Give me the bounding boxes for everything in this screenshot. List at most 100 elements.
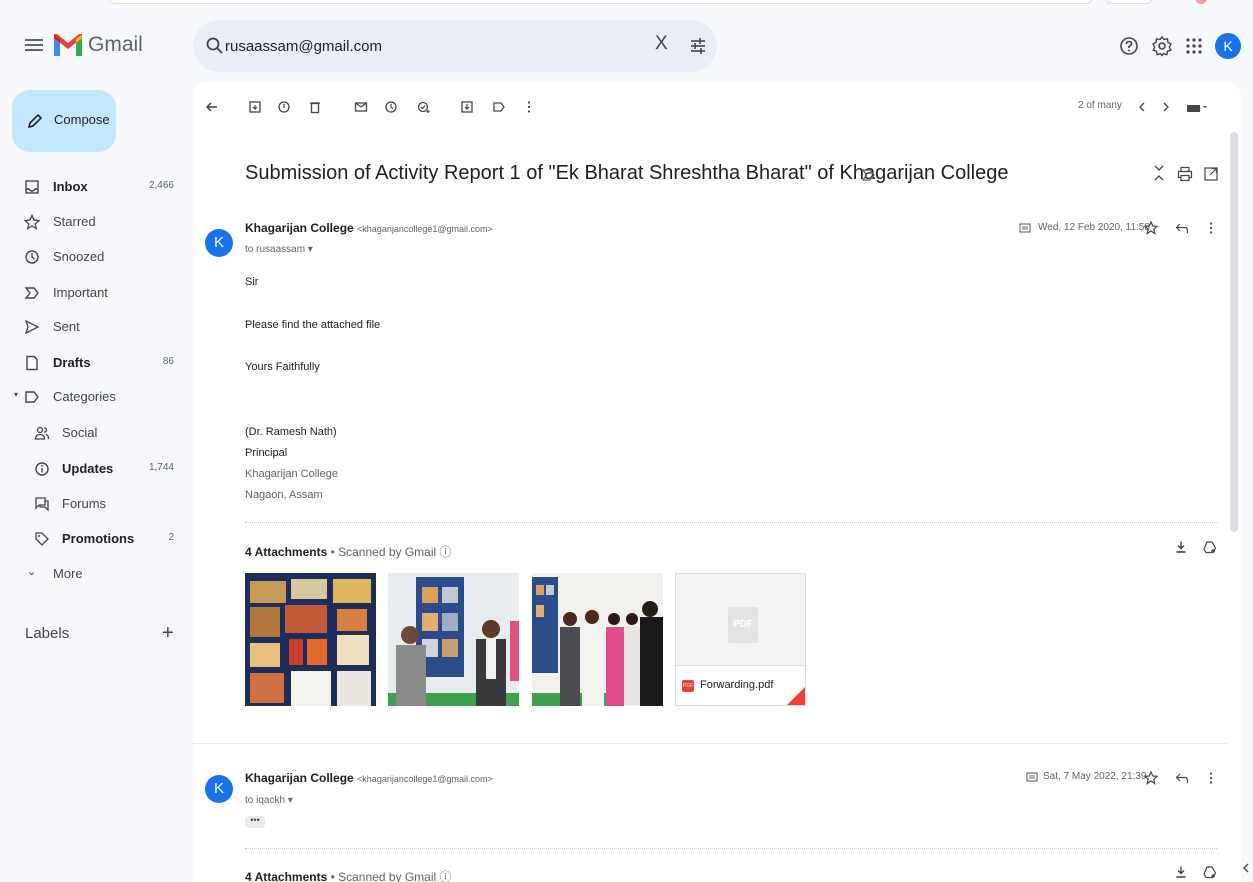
attachments-divider [245,848,1217,849]
back-arrow-icon[interactable] [205,100,219,114]
sidebar-item-snoozed[interactable]: Snoozed [0,241,186,273]
sidebar-item-starred[interactable]: Starred [0,206,186,238]
settings-gear-icon[interactable] [1151,35,1173,57]
scrollbar[interactable] [1230,132,1238,532]
signature-title: Principal [245,447,288,459]
draft-file-icon [26,355,38,371]
delete-icon[interactable] [308,100,322,114]
body-text: Please find the attached file [245,319,381,331]
sidebar-item-promotions[interactable]: Promotions 2 [0,523,186,555]
search-bar[interactable]: X [193,20,717,72]
browser-profile-dot[interactable] [1195,0,1207,4]
more-vert-icon[interactable] [522,100,536,114]
star-toggle-icon[interactable] [1144,221,1158,235]
sidebar-item-count: 2 [168,532,174,543]
clear-search-button[interactable]: X [655,33,668,55]
show-trimmed-content-button[interactable]: ••• [245,816,265,828]
sender-avatar[interactable]: K [205,229,233,257]
mark-unread-icon[interactable] [354,100,368,114]
label-icon [25,391,39,403]
reply-icon[interactable] [1175,221,1189,235]
message-more-vert-icon[interactable] [1204,771,1218,785]
print-icon[interactable] [1177,166,1193,182]
older-chevron-icon[interactable] [1159,100,1173,114]
help-icon[interactable] [1118,35,1140,57]
recipient-line[interactable]: to iqackh ▾ [245,795,293,806]
message-more-vert-icon[interactable] [1204,221,1218,235]
pdf-card-footer: PDF Forwarding.pdf [676,665,805,705]
sidebar-item-label: Social [62,425,98,440]
sidebar-item-drafts[interactable]: Drafts 86 [0,347,186,379]
attachment-indicator-icon [1019,223,1031,233]
people-icon [34,426,50,440]
sidebar-item-forums[interactable]: Forums [0,488,186,520]
important-marker-icon[interactable] [861,168,877,182]
account-avatar[interactable]: K [1215,33,1241,59]
download-all-icon[interactable] [1174,540,1188,554]
attachment-thumbnail-2[interactable] [388,573,519,706]
side-panel-toggle-icon[interactable] [1241,862,1251,874]
download-all-icon[interactable] [1174,865,1188,879]
sidebar-item-updates[interactable]: Updates 1,744 [0,453,186,485]
sidebar-item-social[interactable]: Social [0,417,186,449]
message-separator [193,743,1229,744]
scanned-note: • Scanned by Gmail ⓘ [327,870,452,882]
sidebar-item-inbox[interactable]: Inbox 2,466 [0,171,186,203]
expand-caret-icon[interactable]: ▾ [14,390,18,399]
sender-email: <khagarijancollege1@gmail.com> [357,774,493,784]
recipient-line[interactable]: to rusaassam ▾ [245,244,313,255]
attachments-divider [245,522,1217,523]
star-toggle-icon[interactable] [1144,771,1158,785]
info-icon [35,462,49,476]
attachments-count: 4 Attachments [245,545,328,559]
archive-icon[interactable] [248,100,262,114]
expand-all-icon[interactable] [1151,164,1167,182]
sidebar-item-count: 1,744 [148,462,174,473]
sender-name-text: Khagarijan College [245,771,354,785]
sidebar-item-label: Updates [62,461,114,476]
pdf-badge-icon: PDF [682,680,694,692]
message-view: 2 of many Submission of Activity Report … [193,82,1241,882]
signature-location: Nagaon, Assam [245,489,323,501]
apps-grid-icon[interactable] [1183,35,1205,57]
sidebar-item-label: Snoozed [53,249,105,264]
sidebar-item-sent[interactable]: Sent [0,311,186,343]
sender-avatar[interactable]: K [205,775,233,803]
inbox-icon [25,180,39,194]
attachments-count: 4 Attachments [245,870,328,882]
input-tools-keyboard-icon[interactable] [1186,100,1208,114]
attachment-pdf-card[interactable]: PDF PDF Forwarding.pdf [675,573,806,706]
search-icon[interactable] [205,36,225,56]
forum-icon [35,497,49,512]
sidebar-item-categories[interactable]: ▾ Categories [0,381,186,413]
label-as-icon[interactable] [492,100,506,114]
add-to-drive-icon[interactable] [1203,865,1217,879]
gmail-logo-icon [54,34,82,56]
compose-button[interactable]: Compose [12,90,116,152]
attachment-thumbnail-1[interactable] [245,573,376,706]
sidebar-item-count: 86 [162,356,174,367]
sidebar-item-label: Inbox [53,179,88,194]
sidebar-item-more[interactable]: ⌄ More [0,558,186,590]
sender-name[interactable]: Khagarijan College <khagarijancollege1@g… [245,771,493,785]
create-label-button[interactable]: + [162,622,174,645]
search-input[interactable] [225,34,645,58]
attachment-image-1 [245,573,376,706]
search-options-icon[interactable] [688,36,708,56]
snooze-icon[interactable] [384,100,398,114]
add-to-drive-icon[interactable] [1203,540,1217,554]
move-to-icon[interactable] [460,100,474,114]
open-in-new-window-icon[interactable] [1203,166,1219,182]
sidebar-item-label: Categories [53,389,116,404]
sender-name[interactable]: Khagarijan College <khagarijancollege1@g… [245,221,493,235]
sidebar-item-important[interactable]: Important [0,277,186,309]
add-to-tasks-icon[interactable] [417,100,431,114]
main-menu-button[interactable] [25,36,43,54]
newer-chevron-icon[interactable] [1135,100,1149,114]
browser-pill-button[interactable] [1105,0,1153,4]
attachment-thumbnail-3[interactable] [532,573,663,706]
attachment-image-3 [532,573,663,706]
reply-icon[interactable] [1175,771,1189,785]
browser-address-bar[interactable] [108,0,1093,4]
report-spam-icon[interactable] [277,100,291,114]
